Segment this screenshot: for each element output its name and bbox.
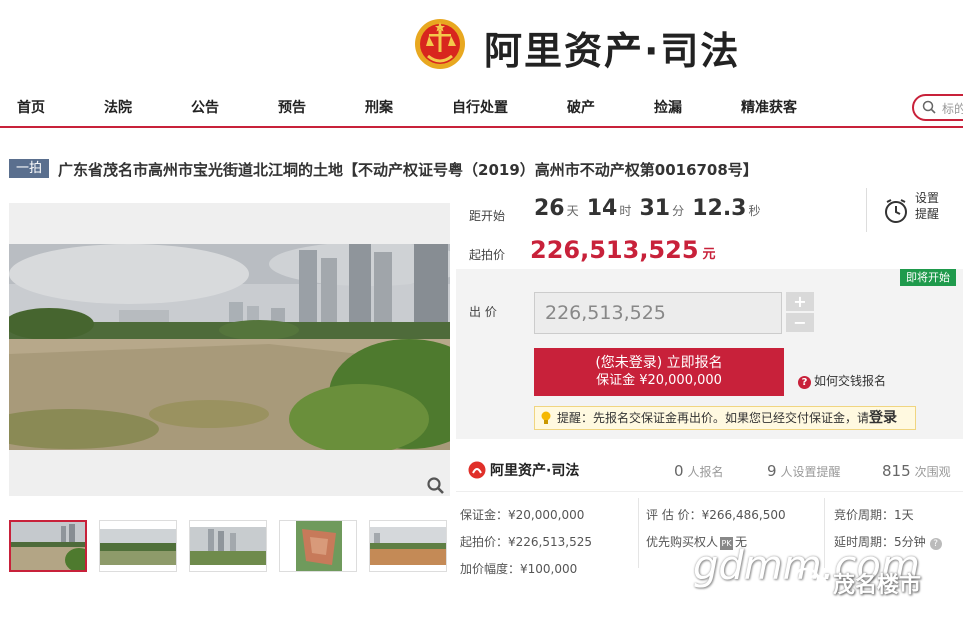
- cycle-detail: 竞价周期：1天: [834, 508, 914, 522]
- zoom-icon[interactable]: [426, 476, 446, 496]
- thumbnail-2[interactable]: [99, 520, 177, 572]
- auction-round-badge: 一拍: [9, 159, 49, 178]
- signup-button-title: (您未登录) 立即报名: [595, 355, 723, 371]
- watermark-account: 茂名楼市: [833, 573, 922, 598]
- countdown-hours: 14: [586, 196, 618, 221]
- reminders-stat: 9 人设置提醒: [767, 462, 841, 480]
- nav-item-self-disposal[interactable]: 自行处置: [452, 97, 508, 117]
- nav-item-criminal[interactable]: 刑案: [365, 97, 393, 117]
- login-link[interactable]: 登录: [869, 410, 897, 426]
- signup-button-deposit: 保证金 ¥20,000,000: [596, 373, 722, 388]
- login-tip: 提醒：先报名交保证金再出价。如果您已经交付保证金，请登录: [534, 406, 916, 430]
- bid-amount-input[interactable]: 226,513,525: [534, 292, 782, 334]
- alarm-clock-icon: [885, 199, 907, 223]
- views-count: 815: [882, 462, 911, 480]
- help-icon[interactable]: ?: [929, 538, 942, 550]
- days-unit: 天: [566, 204, 579, 218]
- increase-bid-button[interactable]: +: [786, 292, 814, 311]
- question-icon: ?: [798, 376, 811, 389]
- thumbnail-image: [190, 521, 266, 571]
- bid-panel: 即将开始 出 价 226,513,525 + − (您未登录) 立即报名 保证金…: [456, 269, 963, 439]
- search-icon: [922, 100, 936, 114]
- stats-brand-text: 阿里资产·司法: [490, 463, 580, 479]
- bid-label: 出 价: [469, 305, 497, 319]
- court-emblem-icon: [415, 19, 465, 69]
- status-badge: 即将开始: [900, 269, 956, 286]
- countdown-days: 26: [534, 196, 565, 221]
- nav-item-bankruptcy[interactable]: 破产: [567, 97, 595, 117]
- views-label: 次围观: [914, 465, 951, 479]
- land-photo-image: [9, 244, 450, 450]
- start-price-value: 226,513,525 元: [530, 236, 716, 264]
- thumbnail-image: [11, 522, 85, 570]
- signup-button[interactable]: (您未登录) 立即报名 保证金 ¥20,000,000: [534, 348, 784, 396]
- ali-assets-logo-icon: [468, 461, 486, 479]
- reminders-count: 9: [767, 462, 777, 480]
- thumbnail-3[interactable]: [189, 520, 267, 572]
- start-price-amount: 226,513,525: [530, 236, 699, 264]
- increment-detail: 加价幅度：¥100,000: [460, 562, 578, 576]
- main-photo[interactable]: [9, 244, 450, 450]
- decrease-bid-button[interactable]: −: [786, 313, 814, 332]
- site-logo-text[interactable]: 阿里资产·司法: [484, 20, 740, 75]
- nav-item-bargain[interactable]: 捡漏: [654, 97, 682, 117]
- stats-bar: 阿里资产·司法 0 人报名 9 人设置提醒 815 次围观: [456, 454, 963, 492]
- countdown-label: 距开始: [469, 209, 506, 223]
- seconds-unit: 秒: [748, 204, 761, 218]
- wechat-icon: [793, 567, 827, 594]
- thumbnail-image: [280, 521, 356, 571]
- nav-item-court[interactable]: 法院: [104, 97, 132, 117]
- nav-item-home[interactable]: 首页: [17, 97, 45, 117]
- set-reminder-label: 设置提醒: [915, 191, 940, 221]
- appraisal-detail: 评 估 价：¥266,486,500: [646, 508, 786, 522]
- thumbnail-1[interactable]: [9, 520, 87, 572]
- views-stat: 815 次围观: [882, 462, 951, 480]
- deposit-detail: 保证金：¥20,000,000: [460, 508, 585, 522]
- main-nav: 首页 法院 公告 预告 刑案 自行处置 破产 捡漏 精准获客 标的: [0, 88, 963, 128]
- thumbnail-image: [370, 521, 446, 571]
- how-to-pay-label: 如何交钱报名: [814, 374, 887, 388]
- countdown-seconds: 12.3: [692, 196, 747, 221]
- search-box[interactable]: 标的: [912, 94, 963, 121]
- item-title: 广东省茂名市高州市宝光街道北江垌的土地【不动产权证号粤（2019）高州市不动产权…: [58, 161, 758, 179]
- minutes-unit: 分: [672, 204, 685, 218]
- thumbnail-5[interactable]: [369, 520, 447, 572]
- countdown-minutes: 31: [639, 196, 671, 221]
- tip-text: 提醒：先报名交保证金再出价。如果您已经交付保证金，请: [557, 411, 870, 425]
- lightbulb-icon: [541, 411, 551, 424]
- divider: [638, 498, 639, 568]
- signups-count: 0: [674, 462, 684, 480]
- hours-unit: 时: [619, 204, 632, 218]
- nav-item-preview[interactable]: 预告: [278, 97, 306, 117]
- start-price-label: 起拍价: [469, 248, 506, 262]
- nav-item-announcement[interactable]: 公告: [191, 97, 219, 117]
- item-title-row: 一拍 广东省茂名市高州市宝光街道北江垌的土地【不动产权证号粤（2019）高州市不…: [0, 149, 963, 189]
- signups-label: 人报名: [687, 465, 724, 479]
- reminders-label: 人设置提醒: [780, 465, 841, 479]
- how-to-pay-link[interactable]: ? 如何交钱报名: [798, 372, 886, 389]
- set-reminder-button[interactable]: 设置提醒: [866, 188, 956, 232]
- start-price-unit: 元: [702, 247, 716, 262]
- countdown: 26 天 14 时 31 分 12.3 秒: [534, 196, 764, 221]
- signups-stat: 0 人报名: [674, 462, 724, 480]
- thumbnail-image: [100, 521, 176, 571]
- thumbnail-4[interactable]: [279, 520, 357, 572]
- start-price-detail: 起拍价：¥226,513,525: [460, 535, 592, 549]
- search-placeholder: 标的: [942, 102, 963, 116]
- site-header: 阿里资产·司法: [0, 0, 963, 84]
- nav-item-precise-leads[interactable]: 精准获客: [741, 97, 797, 117]
